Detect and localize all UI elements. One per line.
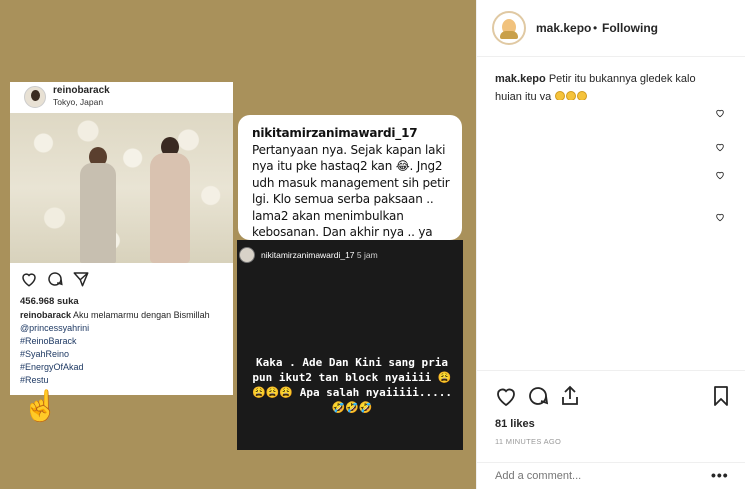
likes-count[interactable]: 81 likes (495, 418, 535, 430)
card-actions (20, 270, 110, 288)
caption-username: reinobarack (20, 310, 72, 320)
caption-username[interactable]: mak.kepo (495, 73, 546, 85)
following-button[interactable]: Following (602, 21, 658, 35)
card-likes: 456.968 suka (20, 296, 79, 307)
hashtag: #SyahReino (20, 349, 70, 359)
hashtag: #EnergyOfAkad (20, 362, 84, 372)
woman-figure (150, 153, 190, 263)
bookmark-icon[interactable] (709, 384, 733, 408)
card-location: Tokyo, Japan (53, 97, 104, 107)
card-username: reinobarack (53, 85, 110, 96)
card-header: reinobarack Tokyo, Japan (10, 82, 233, 112)
more-options-button[interactable]: ••• (711, 467, 729, 483)
comment-like-icon[interactable] (715, 212, 725, 222)
post-image[interactable]: reinobarack Tokyo, Japan 456.968 suka re… (0, 0, 476, 489)
post-timestamp: 11 MINUTES AGO (495, 437, 562, 446)
add-comment-row: ••• (477, 462, 745, 489)
comment-like-icon[interactable] (715, 170, 725, 180)
share-icon[interactable] (558, 384, 582, 408)
mention-tag: @princessyahrini (20, 323, 90, 333)
hashtag: #ReinoBarack (20, 336, 77, 346)
avatar[interactable] (492, 11, 526, 45)
post-username[interactable]: mak.kepo (536, 21, 591, 35)
story-screenshot-card: nikitamirzanimawardi_17 5 jam Kaka . Ade… (237, 240, 463, 450)
man-figure (80, 163, 116, 263)
post-side-panel: mak.kepo • Following mak.kepo Petir itu … (476, 0, 745, 489)
story-text: Kaka . Ade Dan Kini sang pria pun ikut2 … (251, 356, 453, 414)
comment-like-icon[interactable] (715, 142, 725, 152)
story-header: nikitamirzanimawardi_17 5 jam (261, 250, 378, 260)
comments-list[interactable] (477, 100, 745, 370)
story-time: 5 jam (356, 250, 378, 260)
avatar (24, 86, 46, 108)
share-icon (73, 272, 89, 287)
card-caption: reinobarack Aku melamarmu dengan Bismill… (20, 309, 230, 387)
comment-screenshot-card: nikitamirzanimawardi_17 Pertanyaan nya. … (238, 115, 462, 256)
add-comment-input[interactable] (495, 470, 695, 482)
comment-like-icon[interactable] (715, 108, 725, 118)
like-heart-icon[interactable] (494, 384, 518, 408)
separator-dot: • (593, 21, 598, 35)
comment-username: nikitamirzanimawardi_17 (252, 126, 418, 140)
comment-icon[interactable] (526, 384, 550, 408)
story-username: nikitamirzanimawardi_17 (261, 250, 355, 260)
post-header: mak.kepo • Following (477, 0, 745, 57)
heart-icon (22, 273, 36, 287)
instagram-screenshot-card: reinobarack Tokyo, Japan 456.968 suka re… (10, 82, 233, 395)
comment-body: nikitamirzanimawardi_17 Pertanyaan nya. … (252, 125, 458, 257)
pointing-hand-icon: ☝ (22, 390, 60, 423)
avatar (239, 247, 255, 263)
couple-photo (10, 113, 233, 263)
comment-text: Pertanyaan nya. Sejak kapan laki nya itu… (252, 142, 450, 256)
hashtag: #Restu (20, 375, 49, 385)
screen: reinobarack Tokyo, Japan 456.968 suka re… (0, 0, 745, 489)
caption-text: Aku melamarmu dengan Bismillah (73, 310, 210, 320)
comment-icon (48, 272, 63, 286)
action-bar: 81 likes 11 MINUTES AGO (477, 370, 745, 462)
